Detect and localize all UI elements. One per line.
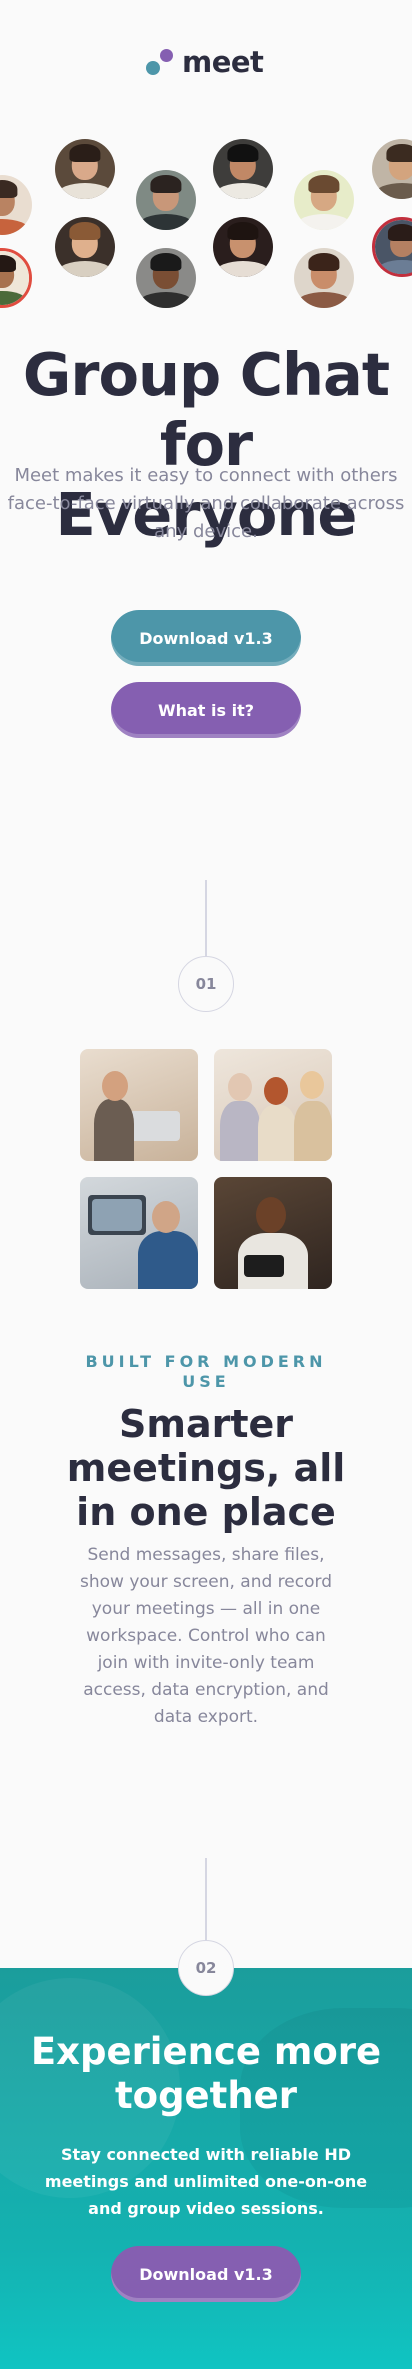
avatar-cluster	[0, 125, 412, 325]
feature-photo	[80, 1049, 198, 1161]
step-marker-02: 02	[178, 1940, 234, 1996]
avatar	[213, 217, 273, 277]
avatar	[294, 248, 354, 308]
logo-text: meet	[182, 45, 264, 79]
avatar	[0, 248, 32, 308]
avatar	[372, 139, 412, 199]
avatar	[136, 170, 196, 230]
cta-section: Experience more together Stay connected …	[0, 1968, 412, 2369]
site-header: meet	[0, 0, 412, 125]
section-title: Smarter meetings, all in one place	[66, 1402, 346, 1534]
section-description: Send messages, share files, show your sc…	[80, 1545, 332, 1727]
avatar	[294, 170, 354, 230]
avatar	[136, 248, 196, 308]
logo-mark-icon	[146, 47, 176, 77]
avatar	[55, 139, 115, 199]
cta-download-button[interactable]: Download v1.3	[111, 2246, 301, 2302]
logo[interactable]: meet	[146, 45, 264, 79]
avatar	[372, 217, 412, 277]
feature-photo	[80, 1177, 198, 1289]
avatar	[0, 175, 32, 235]
download-button[interactable]: Download v1.3	[111, 610, 301, 666]
divider-line	[205, 1858, 207, 1942]
step-marker-01: 01	[178, 956, 234, 1012]
feature-photo	[214, 1049, 332, 1161]
cta-title: Experience more together	[30, 2030, 382, 2117]
hero-description: Meet makes it easy to connect with other…	[7, 465, 405, 542]
avatar	[213, 139, 273, 199]
divider-line	[205, 880, 207, 956]
avatar	[55, 217, 115, 277]
what-is-it-button[interactable]: What is it?	[111, 682, 301, 738]
feature-photo	[214, 1177, 332, 1289]
cta-description: Stay connected with reliable HD meetings…	[44, 2145, 368, 2218]
section-eyebrow: BUILT FOR MODERN USE	[85, 1352, 327, 1391]
